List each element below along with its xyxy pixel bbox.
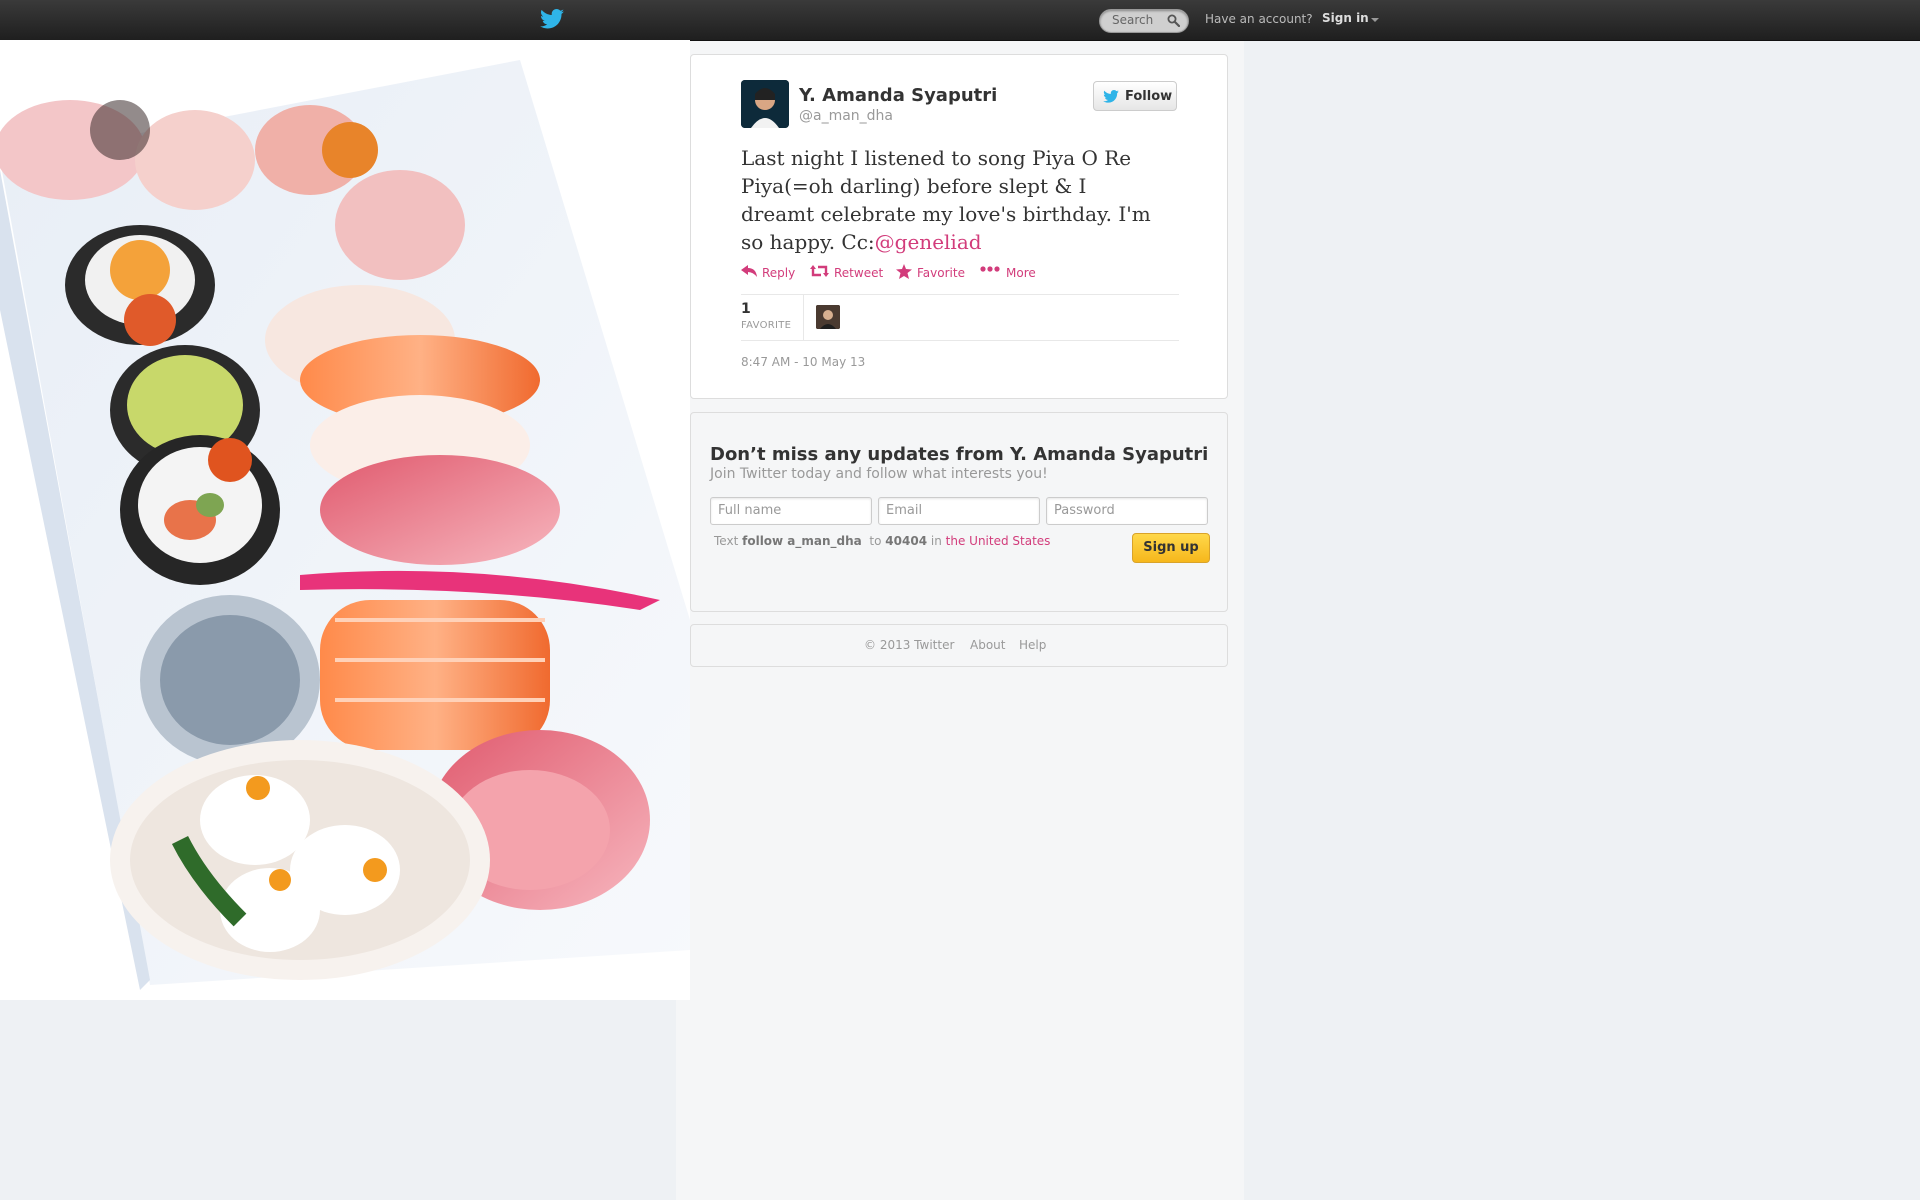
tweet-text: Last night I listened to song Piya O Re … (741, 144, 1161, 256)
sms-country-link[interactable]: the United States (946, 534, 1051, 548)
page-background-right (1244, 40, 1920, 1200)
twitter-bird-icon (1103, 90, 1119, 103)
divider (803, 295, 804, 340)
sms-command: follow a_man_dha (742, 534, 862, 548)
mention-link[interactable]: @geneliad (875, 230, 982, 254)
background-sushi-image (0, 40, 690, 1000)
follow-button-label: Follow (1125, 89, 1173, 104)
divider (741, 294, 1179, 295)
more-dots-icon (980, 266, 1000, 272)
search-input[interactable]: Search (1112, 13, 1153, 27)
have-account-text: Have an account? (1205, 12, 1313, 26)
user-handle[interactable]: @a_man_dha (799, 108, 893, 124)
chevron-down-icon[interactable] (1371, 18, 1379, 22)
favorite-label: Favorite (917, 266, 965, 280)
retweet-label: Retweet (834, 266, 884, 280)
sushi-platter-illustration (0, 60, 690, 990)
search-icon[interactable] (1167, 14, 1180, 27)
sms-number: 40404 (885, 534, 928, 548)
favorite-count-label: FAVORITE (741, 320, 792, 331)
password-field[interactable]: Password (1046, 497, 1208, 525)
tweet-timestamp[interactable]: 8:47 AM - 10 May 13 (741, 355, 865, 369)
signup-card: Don’t miss any updates from Y. Amanda Sy… (690, 412, 1228, 612)
follow-button[interactable]: Follow (1093, 81, 1177, 111)
help-link[interactable]: Help (1019, 638, 1046, 652)
favoriter-avatar[interactable] (816, 305, 840, 329)
footer: © 2013 Twitter About Help (690, 624, 1228, 667)
tweet-card: Y. Amanda Syaputri @a_man_dha Follow Las… (690, 54, 1228, 399)
sms-in-label: in (930, 534, 942, 548)
about-link[interactable]: About (970, 638, 1005, 652)
email-field[interactable]: Email (878, 497, 1040, 525)
user-avatar[interactable] (741, 80, 789, 128)
retweet-icon (810, 265, 829, 277)
reply-label: Reply (762, 266, 796, 280)
user-display-name[interactable]: Y. Amanda Syaputri (799, 85, 997, 106)
signup-subtitle: Join Twitter today and follow what inter… (710, 466, 1048, 482)
favorite-count[interactable]: 1 (741, 301, 751, 317)
copyright-text: © 2013 Twitter (864, 638, 955, 652)
reply-icon (741, 265, 757, 277)
sign-in-link[interactable]: Sign in (1322, 11, 1369, 25)
signup-title: Don’t miss any updates from Y. Amanda Sy… (710, 444, 1209, 465)
sign-up-button[interactable]: Sign up (1132, 533, 1210, 563)
more-label: More (1006, 266, 1036, 280)
search-box[interactable]: Search (1099, 9, 1189, 33)
top-navigation-bar: Search Have an account? Sign in (0, 0, 1920, 41)
star-icon (896, 264, 912, 279)
sms-follow-instructions: Text follow a_man_dha to 40404 in the Un… (714, 534, 1050, 548)
sms-text-label: Text (714, 534, 739, 548)
twitter-bird-icon[interactable] (540, 9, 564, 29)
divider (741, 340, 1179, 341)
sms-to-label: to (869, 534, 882, 548)
full-name-field[interactable]: Full name (710, 497, 872, 525)
